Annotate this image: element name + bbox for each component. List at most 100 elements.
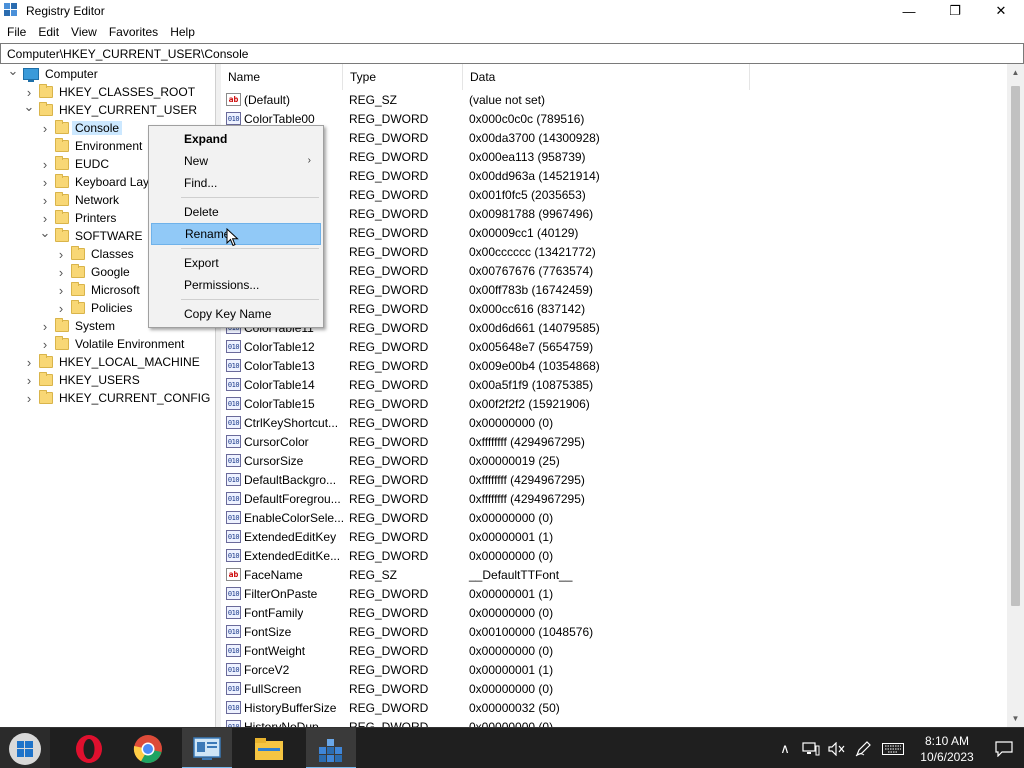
chevron-right-icon[interactable]: ›: [39, 173, 51, 191]
tree-item-software[interactable]: ⌄ SOFTWARE: [39, 224, 143, 245]
column-header-type[interactable]: Type: [343, 64, 463, 90]
tree-item-classes[interactable]: › Classes: [55, 245, 134, 263]
tree-item-hkey-users[interactable]: › HKEY_USERS: [23, 371, 140, 389]
start-button[interactable]: [0, 728, 50, 768]
scrollbar-thumb[interactable]: [1011, 86, 1020, 606]
chevron-right-icon[interactable]: ›: [39, 335, 51, 353]
tree-item-policies[interactable]: › Policies: [55, 299, 132, 317]
chevron-right-icon[interactable]: ›: [39, 191, 51, 209]
taskbar-control-panel[interactable]: [182, 728, 232, 768]
chevron-right-icon[interactable]: ›: [23, 389, 35, 407]
value-name: ColorTable13: [244, 358, 315, 373]
dword-value-icon: 010: [226, 530, 241, 543]
context-menu-find[interactable]: Find...: [151, 172, 321, 194]
tree-item-keyboard-layout[interactable]: › Keyboard Layout: [39, 173, 166, 191]
context-menu-expand[interactable]: Expand: [151, 128, 321, 150]
list-row[interactable]: 010 FontWeight REG_DWORD 0x00000000 (0): [221, 641, 763, 660]
tree-item-system[interactable]: › System: [39, 317, 115, 335]
menu-help[interactable]: Help: [164, 22, 201, 42]
list-row[interactable]: 010 EnableColorSele... REG_DWORD 0x00000000…: [221, 508, 763, 527]
chevron-down-icon[interactable]: ⌄: [7, 64, 19, 80]
scroll-down-arrow-icon[interactable]: ▼: [1007, 710, 1024, 727]
tree-item-hkey-current-config[interactable]: › HKEY_CURRENT_CONFIG: [23, 389, 210, 407]
list-row[interactable]: 010 ExtendedEditKe... REG_DWORD 0x00000000 …: [221, 546, 763, 565]
clock[interactable]: 8:10 AM 10/6/2023: [910, 733, 984, 765]
tree-item-computer[interactable]: ⌄ Computer: [7, 64, 98, 83]
list-row[interactable]: 010 DefaultForegrou... REG_DWORD 0xffffffff…: [221, 489, 763, 508]
address-path: Computer\HKEY_CURRENT_USER\Console: [7, 47, 249, 61]
tree-item-network[interactable]: › Network: [39, 191, 119, 209]
list-row[interactable]: 010 CtrlKeyShortcut... REG_DWORD 0x00000000…: [221, 413, 763, 432]
value-type: REG_DWORD: [349, 415, 429, 430]
close-button[interactable]: ✕: [978, 0, 1024, 22]
column-header-name[interactable]: Name: [221, 64, 343, 90]
list-row[interactable]: 010 FontFamily REG_DWORD 0x00000000 (0): [221, 603, 763, 622]
context-menu-permissions[interactable]: Permissions...: [151, 274, 321, 296]
list-row[interactable]: 010 ColorTable13 REG_DWORD 0x009e00b4 (1035…: [221, 356, 763, 375]
value-data: 0x00000001 (1): [469, 529, 554, 544]
chevron-right-icon[interactable]: ›: [55, 245, 67, 263]
chevron-right-icon[interactable]: ›: [55, 281, 67, 299]
list-row[interactable]: 010 FullScreen REG_DWORD 0x00000000 (0): [221, 679, 763, 698]
context-menu-new[interactable]: New ›: [151, 150, 321, 172]
list-row[interactable]: 010 CursorColor REG_DWORD 0xffffffff (42949…: [221, 432, 763, 451]
chevron-down-icon[interactable]: ⌄: [39, 224, 51, 242]
list-row[interactable]: 010 HistoryBufferSize REG_DWORD 0x00000032 …: [221, 698, 763, 717]
list-row[interactable]: 010 ExtendedEditKey REG_DWORD 0x00000001 (1…: [221, 527, 763, 546]
context-menu-delete[interactable]: Delete: [151, 201, 321, 223]
tree-item-hkey-local-machine[interactable]: › HKEY_LOCAL_MACHINE: [23, 353, 200, 371]
chevron-right-icon[interactable]: ›: [55, 299, 67, 317]
values-list[interactable]: Name Type Data ab (Default) REG_SZ (value n…: [221, 64, 1024, 727]
chevron-right-icon[interactable]: ›: [39, 119, 51, 137]
vertical-scrollbar[interactable]: ▲ ▼: [1007, 64, 1024, 727]
taskbar-registry-editor[interactable]: [306, 728, 356, 768]
chevron-right-icon[interactable]: ›: [23, 371, 35, 389]
chevron-right-icon[interactable]: ›: [55, 263, 67, 281]
chevron-right-icon[interactable]: ›: [23, 353, 35, 371]
tree-item-console[interactable]: › Console: [39, 119, 123, 137]
list-row[interactable]: 010 ColorTable14 REG_DWORD 0x00a5f1f9 (1087…: [221, 375, 763, 394]
list-row[interactable]: 010 CursorSize REG_DWORD 0x00000019 (25): [221, 451, 763, 470]
tree-item-eudc[interactable]: › EUDC: [39, 155, 109, 173]
chevron-down-icon[interactable]: ⌄: [23, 98, 35, 116]
tree-item-microsoft[interactable]: › Microsoft: [55, 281, 140, 299]
menu-view[interactable]: View: [65, 22, 103, 42]
column-header-data[interactable]: Data: [463, 64, 750, 90]
notifications-icon[interactable]: [984, 728, 1024, 768]
list-row[interactable]: 010 FilterOnPaste REG_DWORD 0x00000001 (1): [221, 584, 763, 603]
tree-item-environment[interactable]: Environment: [39, 137, 142, 155]
list-row[interactable]: ab FaceName REG_SZ __DefaultTTFont__: [221, 565, 763, 584]
volume-muted-icon[interactable]: [824, 728, 850, 768]
keyboard-icon[interactable]: [876, 728, 910, 768]
list-row[interactable]: 010 DefaultBackgro... REG_DWORD 0xffffffff …: [221, 470, 763, 489]
tree-item-hkey-classes-root[interactable]: › HKEY_CLASSES_ROOT: [23, 83, 195, 101]
list-row[interactable]: 010 ColorTable15 REG_DWORD 0x00f2f2f2 (1592…: [221, 394, 763, 413]
chevron-right-icon[interactable]: ›: [39, 317, 51, 335]
list-row[interactable]: ab (Default) REG_SZ (value not set): [221, 90, 763, 109]
minimize-button[interactable]: —: [886, 0, 932, 22]
menu-file[interactable]: File: [0, 22, 32, 42]
chevron-right-icon[interactable]: ›: [39, 155, 51, 173]
maximize-button[interactable]: ❐: [932, 0, 978, 22]
list-row[interactable]: 010 FontSize REG_DWORD 0x00100000 (1048576): [221, 622, 763, 641]
list-row[interactable]: 010 ColorTable12 REG_DWORD 0x005648e7 (5654…: [221, 337, 763, 356]
tree-item-hkey-current-user[interactable]: ⌄ HKEY_CURRENT_USER: [23, 98, 197, 119]
tree-item-google[interactable]: › Google: [55, 263, 130, 281]
value-data: 0x009e00b4 (10354868): [469, 358, 600, 373]
list-row[interactable]: 010 ForceV2 REG_DWORD 0x00000001 (1): [221, 660, 763, 679]
value-type: REG_DWORD: [349, 187, 429, 202]
network-icon[interactable]: [798, 728, 824, 768]
context-menu-copy-key-name[interactable]: Copy Key Name: [151, 303, 321, 325]
address-bar[interactable]: Computer\HKEY_CURRENT_USER\Console: [0, 43, 1024, 64]
pen-icon[interactable]: [850, 728, 876, 768]
taskbar-opera[interactable]: [64, 728, 114, 768]
menu-edit[interactable]: Edit: [32, 22, 65, 42]
taskbar-file-explorer[interactable]: [244, 728, 294, 768]
context-menu-export[interactable]: Export: [151, 252, 321, 274]
list-row[interactable]: 010 HistoryNoDup REG_DWORD 0x00000000 (0): [221, 717, 763, 727]
tray-overflow-chevron-icon[interactable]: ∧: [772, 728, 798, 768]
scroll-up-arrow-icon[interactable]: ▲: [1007, 64, 1024, 81]
taskbar-chrome[interactable]: [123, 728, 173, 768]
menu-favorites[interactable]: Favorites: [103, 22, 164, 42]
tree-item-volatile-environment[interactable]: › Volatile Environment: [39, 335, 184, 353]
